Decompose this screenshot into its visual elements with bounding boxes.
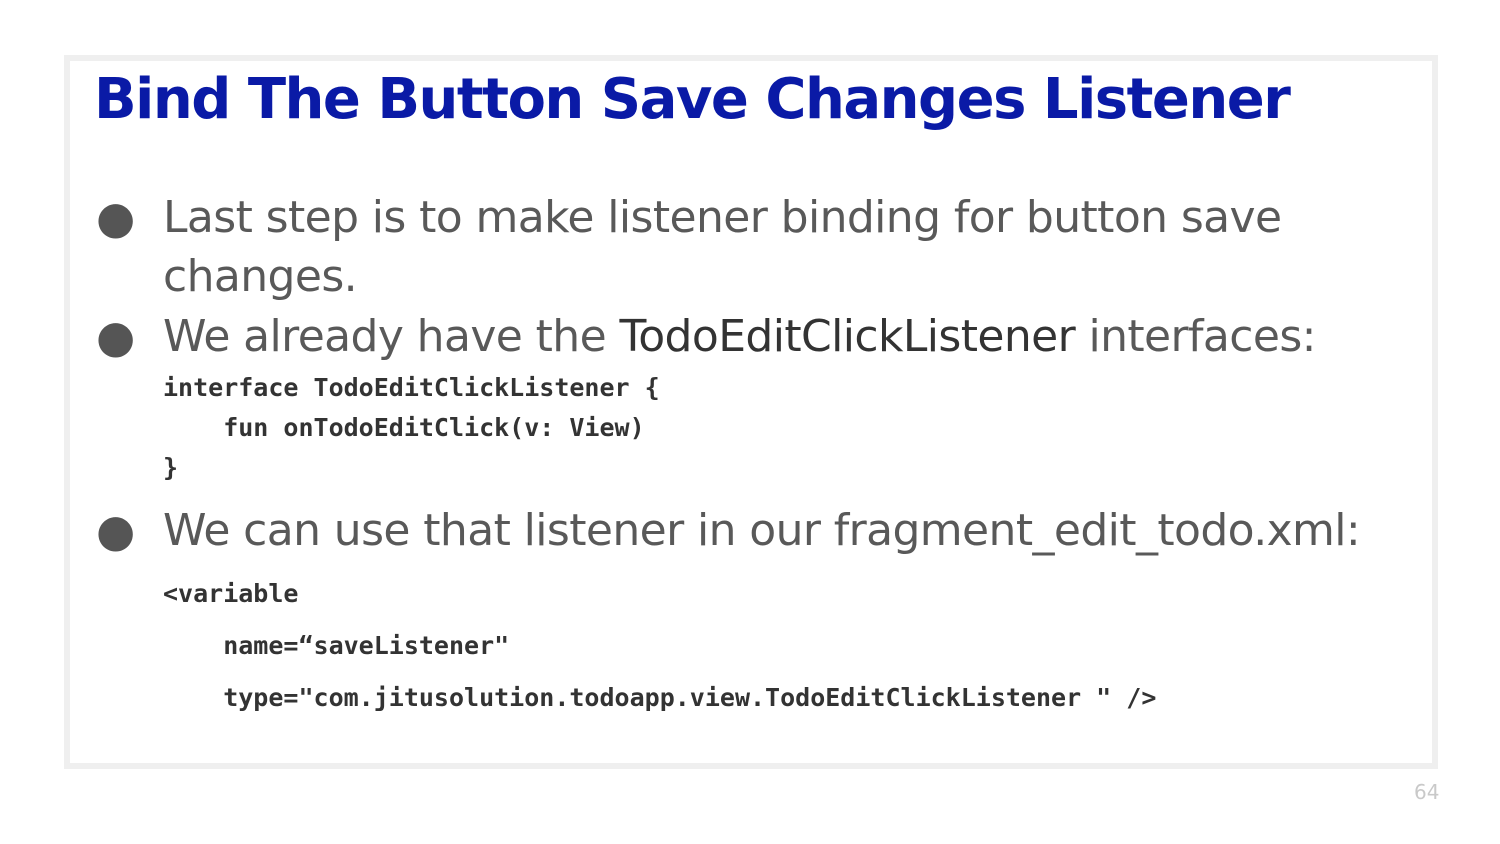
code-interface-line-1: interface TodoEditClickListener { xyxy=(163,373,660,402)
code-variable-line-3: type="com.jitusolution.todoapp.view.Todo… xyxy=(163,683,1157,712)
code-interface-line-3: } xyxy=(163,453,179,482)
code-variable-line-1: <variable xyxy=(163,579,299,608)
bullet-marker: ● xyxy=(96,191,136,244)
slide: Bind The Button Save Changes Listener ● … xyxy=(0,0,1500,844)
bullet-marker: ● xyxy=(96,310,136,363)
bullet-1-line-2: changes. xyxy=(163,251,358,302)
bullet-1-line-1: Last step is to make listener binding fo… xyxy=(163,192,1282,243)
slide-title: Bind The Button Save Changes Listener xyxy=(94,67,1291,132)
bullet-2: We already have the TodoEditClickListene… xyxy=(163,307,1316,366)
bullet-2-after: interfaces: xyxy=(1075,311,1316,362)
bullet-2-before: We already have the xyxy=(163,311,620,362)
bullet-marker: ● xyxy=(96,504,136,557)
code-variable-line-2: name=“saveListener" xyxy=(163,631,510,660)
page-number: 64 xyxy=(1414,780,1440,804)
bullet-3: We can use that listener in our fragment… xyxy=(163,505,1361,556)
bullet-2-highlight: TodoEditClickListener xyxy=(619,311,1076,362)
code-interface-line-2: fun onTodoEditClick(v: View) xyxy=(163,413,645,442)
